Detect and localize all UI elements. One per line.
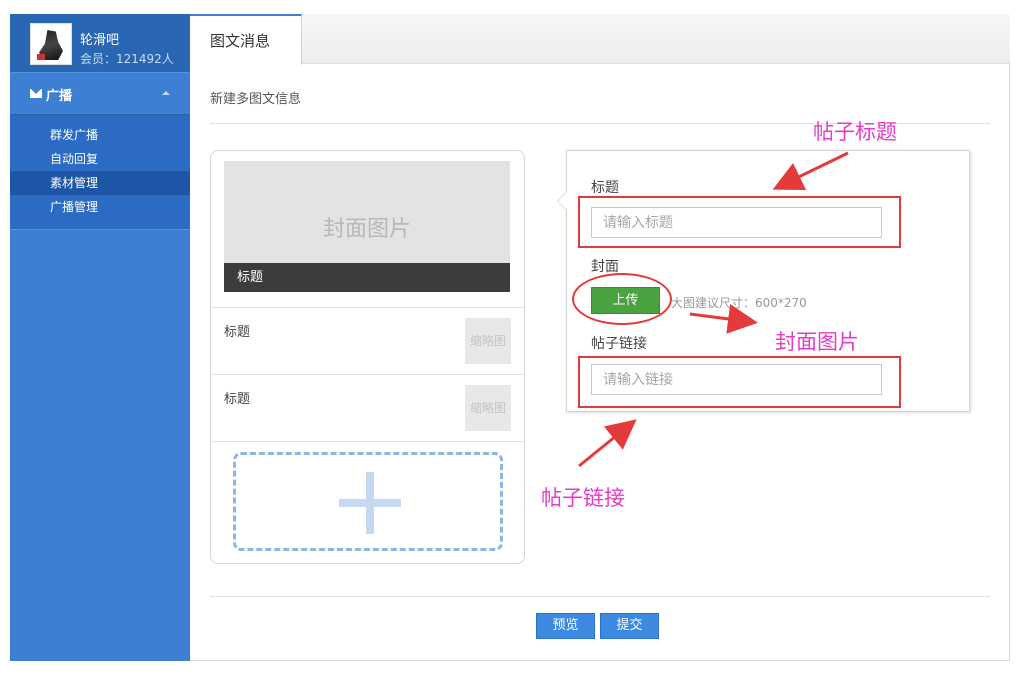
annotation-cover-note: 封面图片 <box>775 330 859 354</box>
arrow-cover <box>689 304 758 334</box>
annotation-arrows <box>578 151 849 468</box>
annotation-link-note: 帖子链接 <box>541 486 625 510</box>
arrow-title <box>772 151 849 191</box>
annotation-title-note: 帖子标题 <box>813 120 897 144</box>
arrow-link <box>578 419 637 468</box>
